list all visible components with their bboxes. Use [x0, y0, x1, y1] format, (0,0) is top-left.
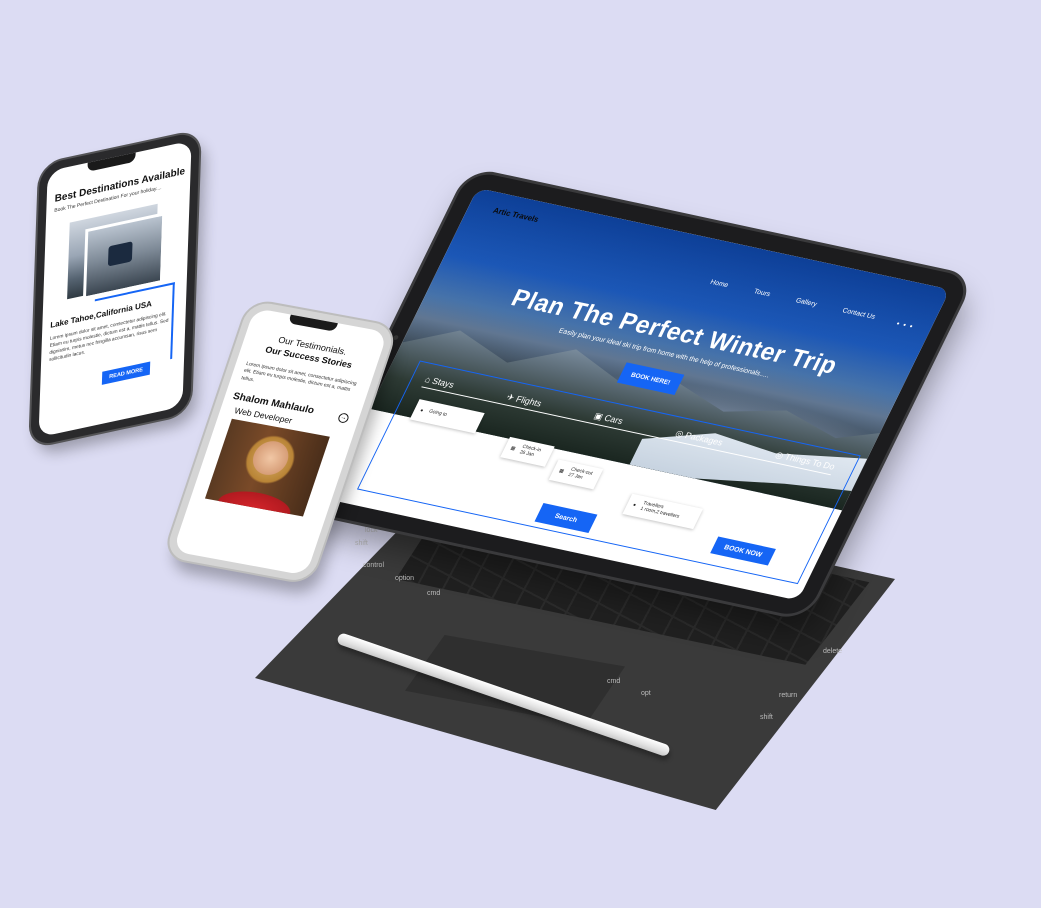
key-cmd-left[interactable]: cmd	[427, 590, 440, 597]
calendar-icon: ▦	[509, 445, 517, 452]
travellers-text: Travellers 1 room,2 travellers	[639, 501, 683, 521]
going-to-label: Going to	[427, 408, 448, 418]
key-option[interactable]: option	[395, 575, 414, 582]
checkout-text: Check-out 27 Jan	[567, 467, 593, 483]
calendar-icon: ▦	[557, 468, 566, 475]
key-opt-right[interactable]: opt	[641, 690, 651, 697]
key-shift-left[interactable]: shift	[355, 540, 368, 547]
phone-destinations: Best Destinations Available Book The Per…	[30, 130, 200, 448]
phone1-screen: Best Destinations Available Book The Per…	[38, 140, 192, 438]
key-shift-right[interactable]: shift	[760, 714, 773, 721]
key-return[interactable]: return	[779, 692, 797, 699]
next-arrow-icon[interactable]: →	[336, 412, 350, 424]
key-cmd-right[interactable]: cmd	[607, 678, 620, 685]
key-control[interactable]: control	[363, 562, 384, 569]
person-icon: ●	[631, 502, 638, 509]
testimonial-photo	[204, 418, 330, 517]
camera-icon	[392, 334, 400, 341]
key-delete[interactable]: delete	[823, 648, 842, 655]
checkin-text: Check-in 26 Jan	[518, 444, 542, 460]
location-pin-icon: ●	[418, 407, 425, 414]
